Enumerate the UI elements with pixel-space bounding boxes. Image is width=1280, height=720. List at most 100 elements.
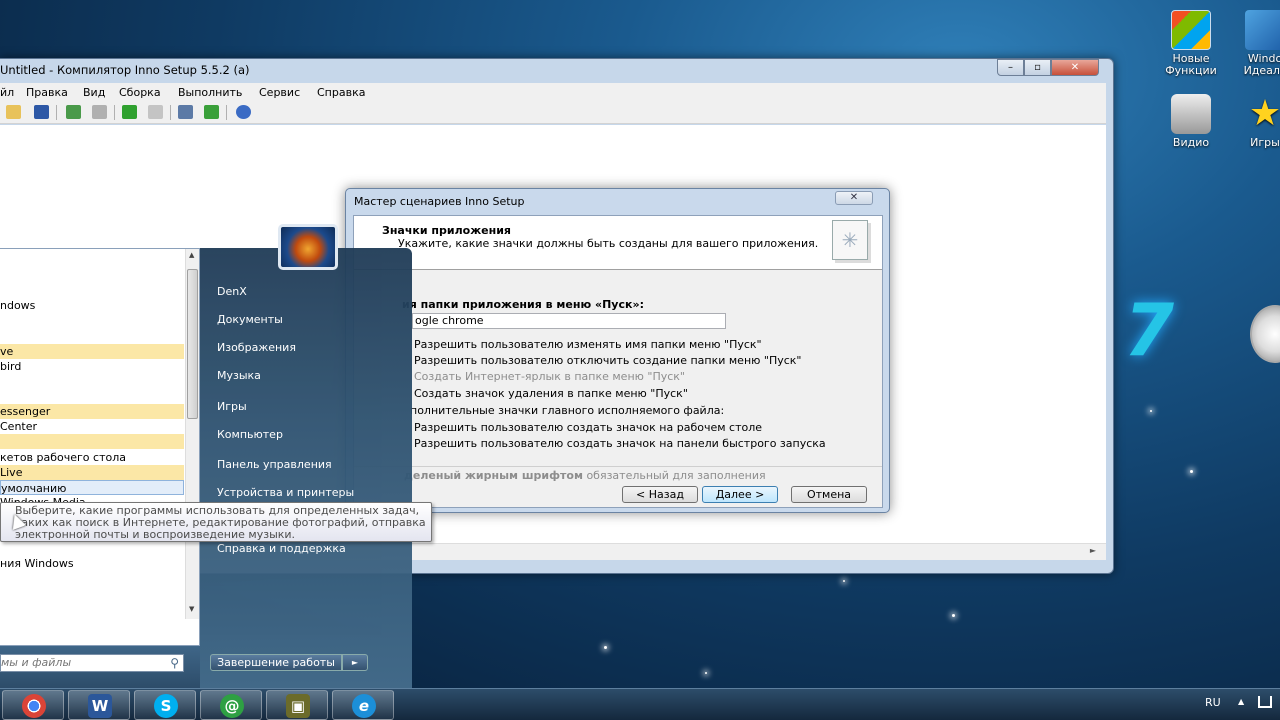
- camera-icon: [1171, 94, 1211, 134]
- wallpaper-seven: 7: [1124, 288, 1175, 372]
- video-app-icon: ▣: [286, 694, 310, 718]
- wallpaper-star: [604, 646, 607, 649]
- menu-tools[interactable]: Сервис: [259, 86, 300, 99]
- start-menu-devices[interactable]: Устройства и принтеры: [217, 486, 354, 499]
- taskbar-skype[interactable]: S: [134, 690, 196, 720]
- step-icon[interactable]: [178, 105, 193, 119]
- menu-run[interactable]: Выполнить: [178, 86, 242, 99]
- start-menu-computer[interactable]: Компьютер: [217, 428, 283, 441]
- taskbar-chrome[interactable]: ●: [2, 690, 64, 720]
- taskbar-mail-agent[interactable]: @: [200, 690, 262, 720]
- window-logo-icon: [1245, 10, 1280, 50]
- start-folder-label: ия папки приложения в меню «Пуск»:: [402, 298, 644, 311]
- menu-build[interactable]: Сборка: [119, 86, 161, 99]
- pause-icon[interactable]: [148, 105, 163, 119]
- window-logo-icon: [1171, 10, 1211, 50]
- star-icon: ★: [1248, 93, 1280, 134]
- start-menu-games[interactable]: Игры: [217, 400, 247, 413]
- extra-icons-label: полнительные значки главного исполняемог…: [410, 404, 725, 417]
- minimize-button[interactable]: –: [997, 59, 1024, 76]
- start-folder-input[interactable]: ogle chrome: [412, 313, 726, 329]
- cancel-button[interactable]: Отмена: [791, 486, 867, 503]
- shutdown-options-button[interactable]: ►: [342, 654, 368, 671]
- scrollbar-thumb[interactable]: [187, 269, 198, 419]
- search-placeholder: мы и файлы: [1, 656, 72, 669]
- list-item[interactable]: Center: [0, 419, 184, 434]
- footer-divider: [354, 466, 882, 467]
- option-uninstall-icon[interactable]: Создать значок удаления в папке меню "Пу…: [414, 387, 688, 400]
- menu-edit[interactable]: Правка: [26, 86, 68, 99]
- desktop-icon-new-features[interactable]: Новые Функции: [1156, 10, 1226, 77]
- start-search-input[interactable]: мы и файлы ⚲: [0, 654, 184, 672]
- desktop-icon-label: Идеаль: [1243, 64, 1280, 77]
- wallpaper-star: [1150, 410, 1152, 412]
- start-menu-right-pane: DenX Документы Изображения Музыка Игры К…: [200, 248, 412, 690]
- maximize-button[interactable]: ▫: [1024, 59, 1051, 76]
- refresh-icon[interactable]: [204, 105, 219, 119]
- list-item[interactable]: [0, 434, 184, 449]
- taskbar-video-app[interactable]: ▣: [266, 690, 328, 720]
- option-quicklaunch-icon[interactable]: Разрешить пользователю создать значок на…: [414, 437, 826, 450]
- list-item-default-programs[interactable]: умолчанию: [0, 480, 184, 495]
- search-icon[interactable]: ⚲: [170, 655, 179, 671]
- wizard-page-icon: ✳: [832, 220, 868, 260]
- start-menu-user[interactable]: DenX: [217, 285, 247, 298]
- option-allow-disable-folder[interactable]: Разрешить пользователю отключить создани…: [414, 354, 801, 367]
- desktop-icon-games[interactable]: ★ Игры: [1230, 94, 1280, 149]
- start-menu-music[interactable]: Музыка: [217, 369, 261, 382]
- option-allow-change-folder[interactable]: Разрешить пользователю изменять имя папк…: [414, 338, 762, 351]
- next-button[interactable]: Далее >: [702, 486, 778, 503]
- toolbar-separator: [170, 105, 171, 120]
- required-note: деленый жирным шрифтом обязательный для …: [404, 469, 766, 482]
- toolbar-separator: [114, 105, 115, 120]
- back-button[interactable]: < Назад: [622, 486, 698, 503]
- start-menu-control-panel[interactable]: Панель управления: [217, 458, 332, 471]
- run-icon[interactable]: [122, 105, 137, 119]
- window-title: Untitled - Компилятор Inno Setup 5.5.2 (…: [0, 63, 250, 77]
- gadget-clock-icon: [1250, 305, 1280, 363]
- save-icon[interactable]: [34, 105, 49, 119]
- option-desktop-icon[interactable]: Разрешить пользователю создать значок на…: [414, 421, 762, 434]
- menu-bar: йл Правка Вид Сборка Выполнить Сервис Сп…: [0, 83, 1106, 102]
- help-icon[interactable]: [236, 105, 251, 119]
- scroll-down-icon[interactable]: ▼: [189, 605, 194, 613]
- dialog-close-button[interactable]: ✕: [835, 191, 873, 205]
- desktop-icon-windows-ideal[interactable]: Windo Идеаль: [1230, 10, 1280, 77]
- tray-arrow-icon[interactable]: ▲: [1238, 697, 1244, 706]
- toolbar: [0, 102, 1106, 124]
- list-item[interactable]: ndows: [0, 298, 184, 313]
- network-icon[interactable]: [1258, 696, 1272, 708]
- taskbar-ie[interactable]: e: [332, 690, 394, 720]
- start-menu-documents[interactable]: Документы: [217, 313, 283, 326]
- taskbar: ● W S @ ▣ e RU ▲: [0, 688, 1280, 720]
- list-item[interactable]: bird: [0, 359, 184, 374]
- language-indicator[interactable]: RU: [1205, 696, 1221, 709]
- compile-icon[interactable]: [66, 105, 81, 119]
- scroll-right-icon[interactable]: ►: [1090, 546, 1096, 555]
- dialog-title: Мастер сценариев Inno Setup: [354, 195, 525, 208]
- start-menu-pictures[interactable]: Изображения: [217, 341, 296, 354]
- script-wizard-dialog: Мастер сценариев Inno Setup ✕ Значки при…: [345, 188, 890, 513]
- start-menu-help[interactable]: Справка и поддержка: [217, 542, 346, 555]
- user-avatar: [278, 224, 338, 270]
- list-item[interactable]: ve: [0, 344, 184, 359]
- list-item[interactable]: essenger: [0, 404, 184, 419]
- stop-compile-icon[interactable]: [92, 105, 107, 119]
- option-internet-shortcut: Создать Интернет-ярлык в папке меню "Пус…: [414, 370, 685, 383]
- list-item[interactable]: Live: [0, 465, 184, 480]
- open-icon[interactable]: [6, 105, 21, 119]
- scroll-up-icon[interactable]: ▲: [189, 251, 194, 259]
- taskbar-word[interactable]: W: [68, 690, 130, 720]
- close-button[interactable]: ✕: [1051, 59, 1099, 76]
- ie-icon: e: [352, 694, 376, 718]
- menu-help[interactable]: Справка: [317, 86, 365, 99]
- desktop-icon-video[interactable]: Видио: [1156, 94, 1226, 149]
- dialog-body: Значки приложения Укажите, какие значки …: [353, 215, 883, 508]
- list-item[interactable]: кетов рабочего стола: [0, 450, 184, 465]
- menu-file[interactable]: йл: [0, 86, 14, 99]
- shutdown-button[interactable]: Завершение работы: [210, 654, 342, 671]
- program-list-scrollbar[interactable]: ▲ ▼: [185, 249, 199, 619]
- list-item[interactable]: ния Windows: [0, 556, 184, 571]
- desktop-icon-label: Функции: [1165, 64, 1217, 77]
- menu-view[interactable]: Вид: [83, 86, 105, 99]
